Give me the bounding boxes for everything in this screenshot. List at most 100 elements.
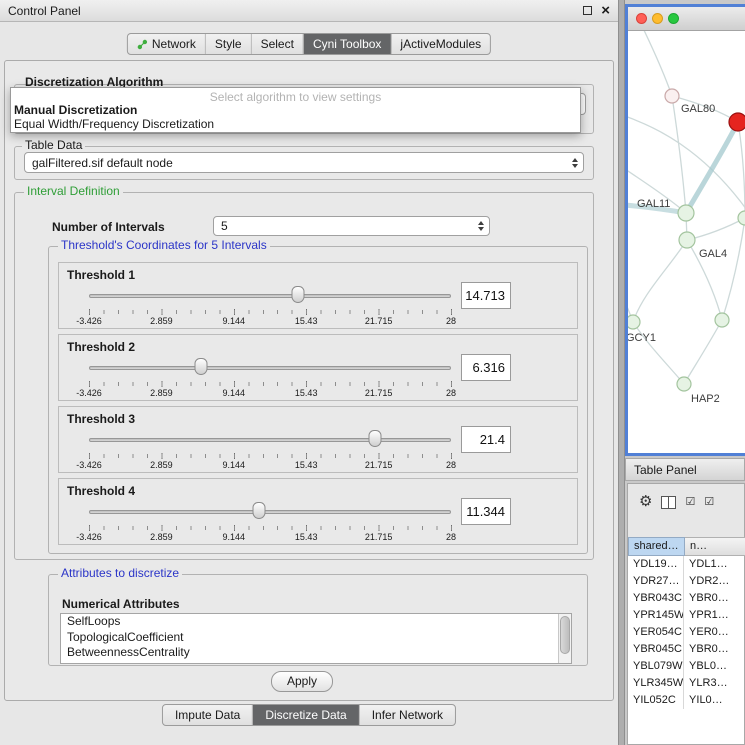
network-graph xyxy=(628,31,745,453)
table-cell: YDL1… xyxy=(684,556,744,573)
scrollbar-thumb[interactable] xyxy=(560,616,570,654)
tick-label: -3.426 xyxy=(76,388,102,398)
network-node[interactable] xyxy=(665,89,679,103)
num-intervals-combo[interactable]: 5 xyxy=(213,216,490,236)
table-row[interactable]: YBR043CYBR0… xyxy=(628,590,744,607)
table-row[interactable]: YIL052CYIL0… xyxy=(628,692,744,709)
slider-track[interactable] xyxy=(89,366,451,370)
tab-label: jActiveModules xyxy=(400,37,481,51)
panel-title: Control Panel xyxy=(8,4,81,18)
tab-style[interactable]: Style xyxy=(205,34,251,54)
list-item[interactable]: TopologicalCoefficient xyxy=(61,630,571,646)
tick-label: 2.859 xyxy=(150,532,173,542)
threshold-label: Threshold 1 xyxy=(67,268,135,282)
tab-label: Cyni Toolbox xyxy=(313,37,381,51)
tab-label: Infer Network xyxy=(372,708,443,722)
num-intervals-label: Number of Intervals xyxy=(52,220,165,234)
tab-impute-data[interactable]: Impute Data xyxy=(163,705,252,725)
network-node[interactable] xyxy=(677,377,691,391)
tick-label: -3.426 xyxy=(76,532,102,542)
network-node-red[interactable] xyxy=(729,113,745,131)
table-row[interactable]: YBL079WYBL0… xyxy=(628,658,744,675)
network-node[interactable] xyxy=(738,211,745,225)
dropdown-option-manual[interactable]: Manual Discretization xyxy=(11,103,580,117)
threshold-value-field[interactable] xyxy=(461,354,511,381)
threshold-2-slider[interactable] xyxy=(89,357,451,379)
select-all-icon[interactable]: ☑ xyxy=(685,496,695,508)
table-cell: YBL079W xyxy=(628,658,684,675)
table-data-value: galFiltered.sif default node xyxy=(32,156,173,170)
tick-label: 28 xyxy=(446,460,456,470)
table-row[interactable]: YDR27…YDR2… xyxy=(628,573,744,590)
threshold-1-slider[interactable] xyxy=(89,285,451,307)
threshold-value-field[interactable] xyxy=(461,426,511,453)
tick-label: 9.144 xyxy=(223,532,246,542)
close-icon[interactable]: × xyxy=(601,6,610,16)
gear-icon[interactable]: ⚙ xyxy=(639,494,652,510)
list-scrollbar[interactable] xyxy=(558,614,571,663)
tab-cyni-toolbox[interactable]: Cyni Toolbox xyxy=(303,34,390,54)
slider-thumb[interactable] xyxy=(368,430,381,447)
table-cell: YDR2… xyxy=(684,573,744,590)
attribute-items: SelfLoopsTopologicalCoefficientBetweenne… xyxy=(61,614,571,661)
node-label-hap2: HAP2 xyxy=(691,393,720,405)
table-row[interactable]: YER054CYER0… xyxy=(628,624,744,641)
threshold-3-slider[interactable] xyxy=(89,429,451,451)
table-row[interactable]: YBR045CYBR0… xyxy=(628,641,744,658)
slider-minor-ticks xyxy=(89,454,452,458)
slider-minor-ticks xyxy=(89,382,452,386)
tab-infer-network[interactable]: Infer Network xyxy=(359,705,455,725)
column-header-name[interactable]: n… xyxy=(685,537,745,556)
tab-discretize-data[interactable]: Discretize Data xyxy=(252,705,358,725)
table-cell: YBR0… xyxy=(684,590,744,607)
tab-network[interactable]: Network xyxy=(128,34,205,54)
panel-divider[interactable] xyxy=(618,0,625,745)
threshold-label: Threshold 3 xyxy=(67,412,135,426)
tab-label: Discretize Data xyxy=(265,708,346,722)
slider-track[interactable] xyxy=(89,438,451,442)
apply-button[interactable]: Apply xyxy=(271,671,333,692)
slider-track[interactable] xyxy=(89,294,451,298)
mac-zoom-icon[interactable] xyxy=(668,13,679,24)
tick-label: 21.715 xyxy=(365,532,393,542)
table-header-row: shared… n… xyxy=(628,537,745,556)
table-row[interactable]: YDL19…YDL1… xyxy=(628,556,744,573)
table-panel-titlebar: Table Panel xyxy=(625,458,745,481)
slider-thumb[interactable] xyxy=(195,358,208,375)
tick-label: 15.43 xyxy=(295,532,318,542)
threshold-3-panel: Threshold 3 -3.4262.8599.14415.4321.7152… xyxy=(58,406,578,473)
table-data-combo[interactable]: galFiltered.sif default node xyxy=(24,152,584,173)
table-row[interactable]: YPR145WYPR1… xyxy=(628,607,744,624)
network-node[interactable] xyxy=(628,315,640,329)
threshold-value-field[interactable] xyxy=(461,498,511,525)
network-thick-edge xyxy=(686,122,738,213)
table-row[interactable]: YLR345WYLR3… xyxy=(628,675,744,692)
network-node[interactable] xyxy=(679,232,695,248)
table-cell: YBR043C xyxy=(628,590,684,607)
network-canvas[interactable]: GAL80 GAL11 GAL4 GCY1 HAP2 xyxy=(628,31,745,453)
network-node[interactable] xyxy=(678,205,694,221)
slider-tick-labels: -3.4262.8599.14415.4321.71528 xyxy=(89,460,451,470)
slider-thumb[interactable] xyxy=(253,502,266,519)
table-cell: YBL0… xyxy=(684,658,744,675)
column-header-shared-name[interactable]: shared… xyxy=(628,537,685,556)
columns-icon[interactable] xyxy=(661,496,676,509)
tick-label: 9.144 xyxy=(223,460,246,470)
list-item[interactable]: SelfLoops xyxy=(61,614,571,630)
mac-close-icon[interactable] xyxy=(636,13,647,24)
list-item[interactable]: BetweennessCentrality xyxy=(61,645,571,661)
threshold-4-panel: Threshold 4 -3.4262.8599.14415.4321.7152… xyxy=(58,478,578,545)
tick-label: 15.43 xyxy=(295,388,318,398)
slider-thumb[interactable] xyxy=(291,286,304,303)
dropdown-option-equal-width[interactable]: Equal Width/Frequency Discretization xyxy=(11,117,580,131)
tab-select[interactable]: Select xyxy=(251,34,303,54)
slider-track[interactable] xyxy=(89,510,451,514)
slider-minor-ticks xyxy=(89,310,452,314)
float-icon[interactable] xyxy=(583,6,592,15)
select-column-icon[interactable]: ☑ xyxy=(704,496,714,508)
threshold-value-field[interactable] xyxy=(461,282,511,309)
threshold-4-slider[interactable] xyxy=(89,501,451,523)
tab-jactivemodules[interactable]: jActiveModules xyxy=(390,34,490,54)
mac-minimize-icon[interactable] xyxy=(652,13,663,24)
network-node[interactable] xyxy=(715,313,729,327)
